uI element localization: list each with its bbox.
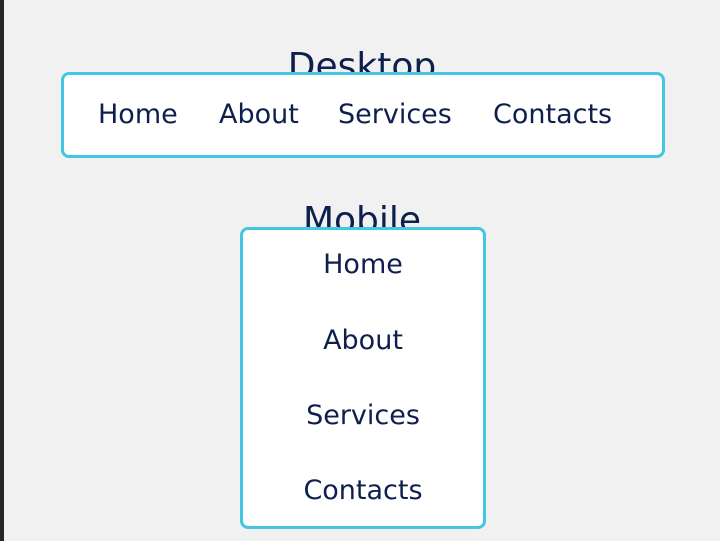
mobile-nav-contacts-link[interactable]: Contacts <box>243 471 483 511</box>
desktop-nav-services-link[interactable]: Services <box>338 75 452 155</box>
desktop-nav-contacts-link[interactable]: Contacts <box>493 75 612 155</box>
mobile-nav-menu: Home About Services Contacts <box>240 227 486 529</box>
mobile-nav-about-link[interactable]: About <box>243 321 483 361</box>
desktop-nav-about-link[interactable]: About <box>219 75 299 155</box>
desktop-nav-bar: Home About Services Contacts <box>61 72 665 158</box>
mobile-nav-home-link[interactable]: Home <box>243 245 483 285</box>
mobile-nav-services-link[interactable]: Services <box>243 396 483 436</box>
desktop-nav-home-link[interactable]: Home <box>98 75 178 155</box>
